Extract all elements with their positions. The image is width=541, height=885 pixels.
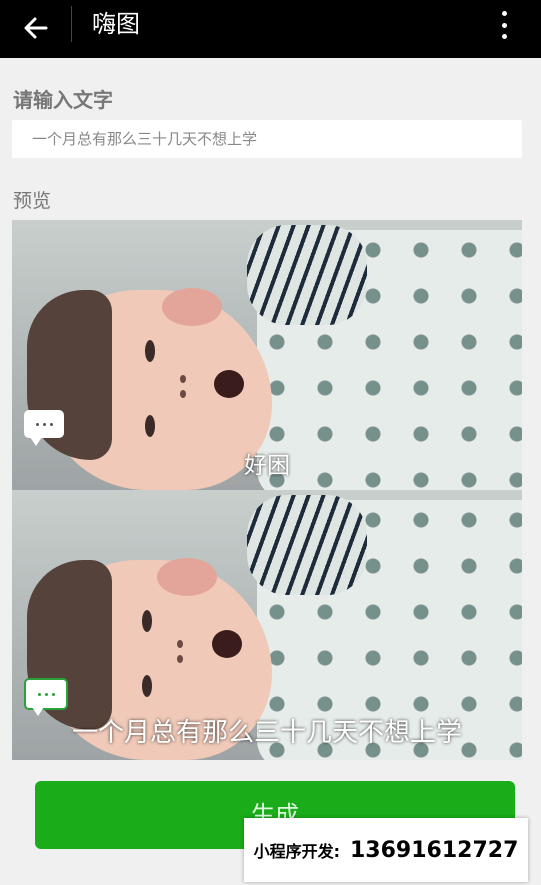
input-label: 请输入文字 [13,88,113,112]
top-bar: 嗨图 [0,0,541,58]
frame-caption: 一个月总有那么三十几天不想上学 [71,718,462,748]
more-vertical-icon[interactable] [489,8,519,42]
text-input[interactable] [12,120,522,158]
chat-bubble-icon [24,678,68,716]
preview-image: 好困 一个月总有那么三十几天不想上学 [12,220,522,760]
ad-label: 小程序开发: [253,842,340,861]
chat-bubble-icon [24,410,64,446]
ad-phone: 13691612727 [350,837,519,863]
preview-frame-2: 一个月总有那么三十几天不想上学 [12,490,522,760]
back-button[interactable] [18,10,54,46]
page-title: 嗨图 [92,10,140,38]
preview-frame-1: 好困 [12,220,522,490]
topbar-divider [71,6,72,42]
preview-label: 预览 [13,190,52,212]
ad-banner[interactable]: 小程序开发: 13691612727 [244,818,528,882]
arrow-left-icon [24,17,48,39]
frame-caption: 好困 [244,453,290,479]
